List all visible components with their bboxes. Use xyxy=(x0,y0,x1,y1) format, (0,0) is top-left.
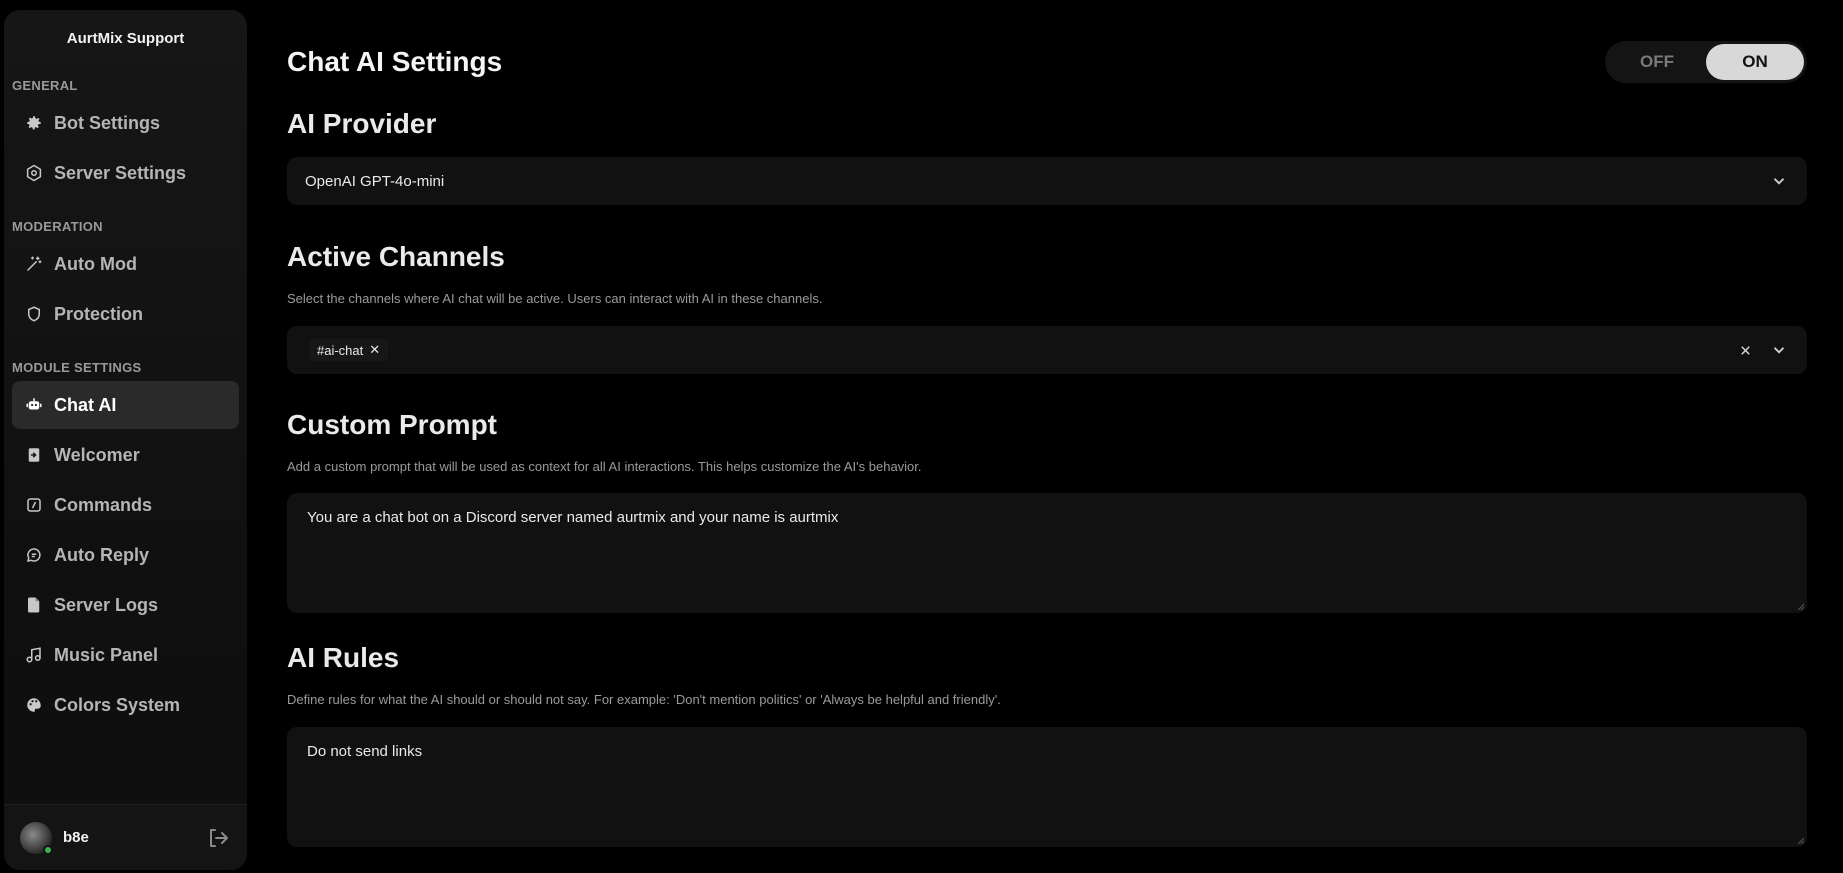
shield-icon xyxy=(24,304,44,324)
sidebar-item-chat-ai[interactable]: Chat AI xyxy=(12,381,239,429)
online-status-dot xyxy=(43,844,53,855)
custom-prompt-textarea[interactable]: You are a chat bot on a Discord server n… xyxy=(287,493,1807,613)
ai-provider-title: AI Provider xyxy=(287,108,437,139)
resize-handle-icon[interactable] xyxy=(1795,835,1805,845)
door-enter-icon xyxy=(24,445,44,465)
username: b8e xyxy=(63,829,89,846)
active-channels-description: Select the channels where AI chat will b… xyxy=(287,291,823,306)
magic-wand-icon xyxy=(24,254,44,274)
sidebar-item-label: Auto Mod xyxy=(54,253,137,274)
sidebar-item-label: Server Settings xyxy=(54,162,187,183)
sidebar-item-label: Chat AI xyxy=(54,394,117,415)
sidebar-item-label: Bot Settings xyxy=(54,112,160,133)
chevron-down-icon[interactable] xyxy=(1769,340,1789,360)
music-note-icon xyxy=(24,645,44,665)
sidebar-item-commands[interactable]: Commands xyxy=(12,481,239,529)
ai-rules-textarea[interactable]: Do not send links xyxy=(287,727,1807,847)
main-content: Chat AI Settings OFF ON AI Provider Open… xyxy=(287,0,1807,873)
document-icon xyxy=(24,595,44,615)
server-name: AurtMix Support xyxy=(66,29,185,47)
slash-command-icon xyxy=(24,495,44,515)
sidebar-item-music-panel[interactable]: Music Panel xyxy=(12,631,239,679)
sidebar-item-protection[interactable]: Protection xyxy=(12,290,239,338)
remove-chip-button[interactable]: ✕ xyxy=(369,342,380,358)
sidebar-item-label: Welcomer xyxy=(54,444,140,465)
section-label-moderation: MODERATION xyxy=(12,219,103,234)
sidebar-item-label: Music Panel xyxy=(54,644,159,665)
ai-rules-title: AI Rules xyxy=(287,642,400,673)
sidebar-item-server-settings[interactable]: Server Settings xyxy=(12,149,239,197)
active-channels-select[interactable]: #ai-chat ✕ xyxy=(287,326,1807,374)
sidebar-item-label: Server Logs xyxy=(54,594,159,615)
custom-prompt-description: Add a custom prompt that will be used as… xyxy=(287,459,922,474)
gear-icon xyxy=(24,113,44,133)
hexagon-settings-icon xyxy=(24,163,44,183)
section-label-general: GENERAL xyxy=(12,78,78,93)
sidebar-item-label: Colors System xyxy=(54,694,181,715)
clear-selection-button[interactable] xyxy=(1735,340,1755,360)
section-label-module-settings: MODULE SETTINGS xyxy=(12,360,142,375)
ai-provider-select[interactable]: OpenAI GPT-4o-mini xyxy=(287,157,1807,205)
palette-icon xyxy=(24,695,44,715)
chevron-down-icon[interactable] xyxy=(1769,171,1789,191)
ai-provider-value: OpenAI GPT-4o-mini xyxy=(305,172,445,190)
sidebar-item-server-logs[interactable]: Server Logs xyxy=(12,581,239,629)
sidebar-item-welcomer[interactable]: Welcomer xyxy=(12,431,239,479)
custom-prompt-title: Custom Prompt xyxy=(287,409,497,440)
sidebar-item-auto-reply[interactable]: Auto Reply xyxy=(12,531,239,579)
channel-chip: #ai-chat ✕ xyxy=(309,339,389,361)
toggle-on-option[interactable]: ON xyxy=(1706,44,1804,80)
toggle-off-option[interactable]: OFF xyxy=(1608,44,1706,80)
custom-prompt-value: You are a chat bot on a Discord server n… xyxy=(307,509,839,526)
sidebar-item-label: Auto Reply xyxy=(54,544,150,565)
chat-ai-toggle[interactable]: OFF ON xyxy=(1605,41,1807,83)
ai-rules-value: Do not send links xyxy=(307,743,423,760)
sidebar: AurtMix Support GENERAL Bot Settings Ser… xyxy=(4,10,247,870)
sidebar-item-auto-mod[interactable]: Auto Mod xyxy=(12,240,239,288)
resize-handle-icon[interactable] xyxy=(1795,601,1805,611)
active-channels-title: Active Channels xyxy=(287,241,505,272)
avatar[interactable] xyxy=(20,821,53,855)
sidebar-item-label: Protection xyxy=(54,303,144,324)
sidebar-item-label: Commands xyxy=(54,494,153,515)
sidebar-item-colors-system[interactable]: Colors System xyxy=(12,681,239,729)
logout-button[interactable] xyxy=(205,825,231,851)
chat-bubble-icon xyxy=(24,545,44,565)
logout-icon xyxy=(210,828,228,847)
page-title: Chat AI Settings xyxy=(287,46,503,77)
close-icon xyxy=(1740,345,1750,355)
channel-chip-label: #ai-chat xyxy=(317,342,364,358)
user-panel: b8e xyxy=(4,804,247,870)
sidebar-item-bot-settings[interactable]: Bot Settings xyxy=(12,99,239,147)
robot-icon xyxy=(24,395,44,415)
ai-rules-description: Define rules for what the AI should or s… xyxy=(287,692,1001,707)
